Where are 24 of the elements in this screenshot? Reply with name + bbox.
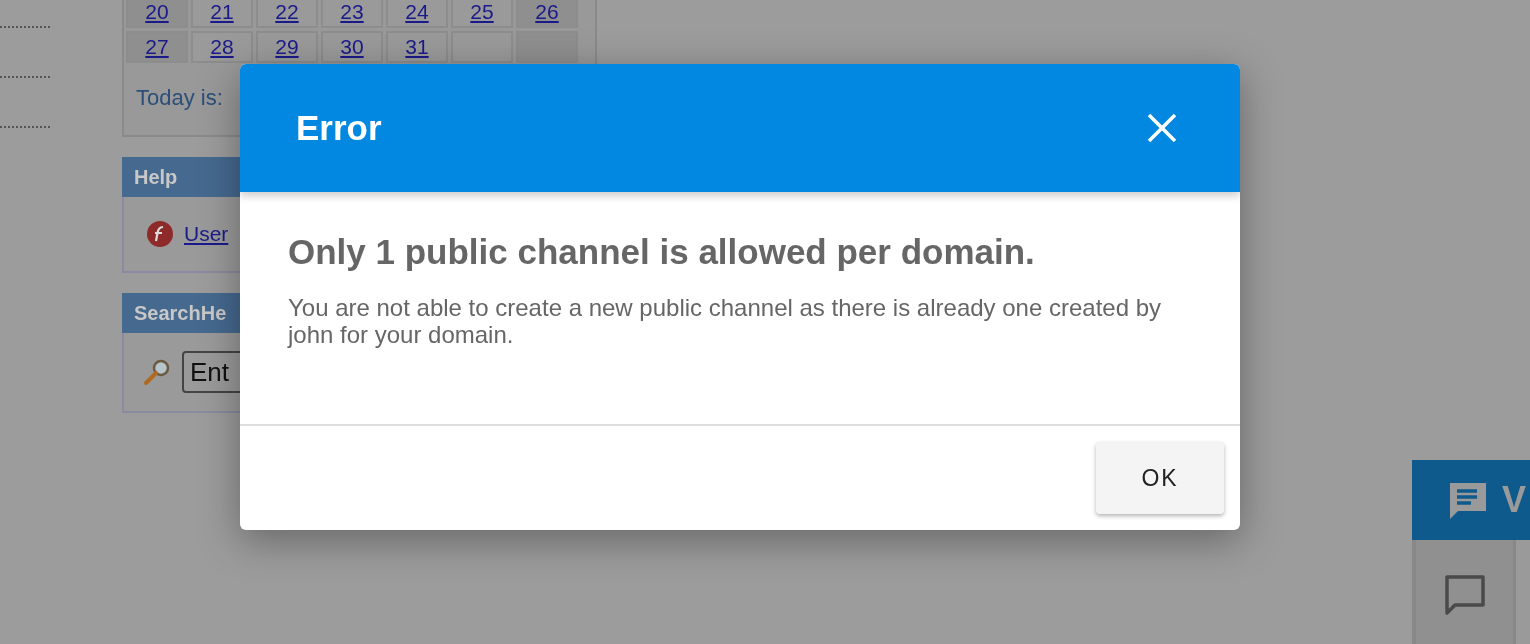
calendar-day-link[interactable]: 26 — [535, 0, 559, 24]
calendar-day-link[interactable]: 25 — [470, 0, 494, 24]
calendar-day-link[interactable]: 30 — [340, 35, 364, 59]
calendar-day-link[interactable]: 22 — [275, 0, 299, 24]
ok-button[interactable]: OK — [1096, 442, 1224, 514]
calendar-day-link[interactable]: 21 — [210, 0, 234, 24]
calendar-day-link[interactable]: 29 — [275, 35, 299, 59]
calendar-cell — [516, 31, 578, 63]
flash-icon — [146, 220, 174, 248]
calendar-day-link[interactable]: 23 — [340, 0, 364, 24]
search-icon — [142, 357, 172, 387]
today-label: Today is: — [136, 85, 223, 111]
error-heading: Only 1 public channel is allowed per domain. — [288, 232, 1036, 272]
calendar-day-link[interactable]: 31 — [405, 35, 429, 59]
chat-bubble-icon[interactable] — [1443, 574, 1486, 616]
calendar-cell — [451, 31, 513, 63]
user-guide-link[interactable]: User — [184, 222, 229, 246]
close-icon[interactable] — [1146, 112, 1178, 144]
chat-title: V — [1502, 479, 1526, 521]
calendar-day-link[interactable]: 28 — [210, 35, 234, 59]
dialog-title: Error — [296, 108, 382, 148]
calendar-day-link[interactable]: 27 — [145, 35, 169, 59]
calendar-day-link[interactable]: 20 — [145, 0, 169, 24]
calendar-day-link[interactable]: 24 — [405, 0, 429, 24]
